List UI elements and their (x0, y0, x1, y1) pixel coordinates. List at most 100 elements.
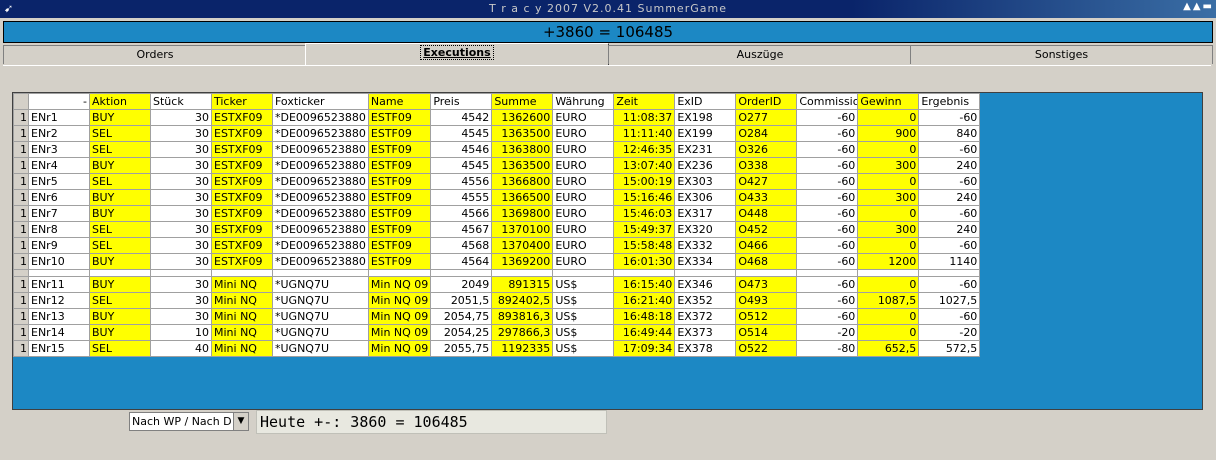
table-cell: *UGNQ7U (272, 308, 369, 325)
column-header[interactable]: Foxticker (272, 93, 369, 110)
column-header[interactable]: Gewinn (857, 93, 920, 110)
column-header[interactable]: Commissions (796, 93, 859, 110)
table-cell: 4545 (430, 157, 493, 174)
table-cell: -60 (918, 173, 981, 190)
column-header[interactable]: Ergebnis (918, 93, 981, 110)
table-cell: 2055,75 (430, 340, 493, 357)
table-cell: 1200 (857, 253, 920, 270)
tab-sonstiges[interactable]: Sonstiges (910, 45, 1213, 64)
table-cell: US$ (552, 340, 615, 357)
table-cell: EURO (552, 221, 615, 238)
table-cell: ESTXF09 (211, 125, 273, 142)
table-cell: 1140 (918, 253, 981, 270)
table-cell: EURO (552, 205, 615, 222)
table-row[interactable]: 1 ENr11 BUY 30 Mini NQ *UGNQ7U Min NQ 09 2049 89… (13, 276, 981, 293)
tab-orders[interactable]: Orders (3, 45, 307, 64)
table-cell: 4545 (430, 125, 493, 142)
table-cell: 0 (857, 205, 920, 222)
table-cell: O468 (735, 253, 798, 270)
column-header[interactable]: OrderID (735, 93, 798, 110)
table-cell: O326 (735, 141, 798, 158)
table-cell: EX231 (674, 141, 737, 158)
table-cell: BUY (89, 109, 151, 126)
table-cell: *DE0096523880 (272, 109, 369, 126)
table-cell: 900 (857, 125, 920, 142)
tab-auszuege[interactable]: Auszüge (608, 45, 912, 64)
table-row[interactable]: 1 ENr1 BUY 30 ESTXF09 *DE0096523880 ESTF09 4542… (13, 109, 981, 126)
column-header[interactable]: Stück (150, 93, 212, 110)
table-cell: SEL (89, 237, 151, 254)
table-cell: EX303 (674, 173, 737, 190)
tab-executions[interactable]: Executions (305, 43, 609, 66)
table-cell: EX352 (674, 292, 737, 309)
table-cell: ESTF09 (367, 141, 432, 158)
table-cell: 4566 (430, 205, 493, 222)
balance-banner: +3860 = 106485 (3, 21, 1213, 43)
table-cell: ESTF09 (367, 109, 432, 126)
table-row[interactable]: 1 ENr5 SEL 30 ESTXF09 *DE0096523880 ESTF09 4556… (13, 173, 981, 190)
table-cell: Min NQ 09 (367, 308, 432, 325)
table-cell: ENr12 (28, 292, 90, 309)
table-row[interactable]: 1 ENr3 SEL 30 ESTXF09 *DE0096523880 ESTF09 4546… (13, 141, 981, 158)
table-cell: 1369200 (491, 253, 554, 270)
table-cell: EX236 (674, 157, 737, 174)
table-cell: 30 (150, 205, 212, 222)
table-cell: 15:49:37 (613, 221, 676, 238)
column-header[interactable]: Zeit (613, 93, 676, 110)
chevron-down-icon[interactable]: ▼ (233, 413, 248, 430)
row-header: 1 (13, 173, 29, 190)
table-cell: 300 (857, 189, 920, 206)
table-row[interactable]: 1 ENr2 SEL 30 ESTXF09 *DE0096523880 ESTF09 4545… (13, 125, 981, 142)
table-row[interactable]: 1 ENr13 BUY 30 Mini NQ *UGNQ7U Min NQ 09 2054,7… (13, 308, 981, 325)
table-row[interactable]: 1 ENr8 SEL 30 ESTXF09 *DE0096523880 ESTF09 4567… (13, 221, 981, 238)
table-row[interactable]: 1 ENr6 BUY 30 ESTXF09 *DE0096523880 ESTF09 4555… (13, 189, 981, 206)
table-row[interactable]: 1 ENr9 SEL 30 ESTXF09 *DE0096523880 ESTF09 4568… (13, 237, 981, 254)
row-header: 1 (13, 253, 29, 270)
table-cell: Mini NQ (211, 324, 273, 341)
column-header[interactable]: Summe (491, 93, 554, 110)
table-cell: 1363500 (491, 125, 554, 142)
minimize-icon[interactable]: ▲ (1183, 1, 1191, 12)
table-cell: 30 (150, 173, 212, 190)
row-header: 1 (13, 141, 29, 158)
table-cell: O473 (735, 276, 798, 293)
close-icon[interactable]: ▬ (1203, 1, 1212, 12)
table-row[interactable]: 1 ENr4 BUY 30 ESTXF09 *DE0096523880 ESTF09 4545… (13, 157, 981, 174)
table-cell: O433 (735, 189, 798, 206)
table-cell: O427 (735, 173, 798, 190)
table-cell: ENr10 (28, 253, 90, 270)
table-cell: US$ (552, 276, 615, 293)
table-row[interactable]: 1 ENr15 SEL 40 Mini NQ *UGNQ7U Min NQ 09 2055,7… (13, 340, 981, 357)
table-cell: 0 (857, 173, 920, 190)
column-header[interactable]: Preis (430, 93, 493, 110)
table-row[interactable]: 1 ENr12 SEL 30 Mini NQ *UGNQ7U Min NQ 09 2051,5… (13, 292, 981, 309)
table-cell: 240 (918, 157, 981, 174)
column-header[interactable]: Ticker (211, 93, 273, 110)
table-cell: -60 (796, 205, 859, 222)
table-cell: ESTF09 (367, 253, 432, 270)
table-cell: 11:08:37 (613, 109, 676, 126)
table-header-row: - Aktion Stück Ticker Foxticker Name Preis Summ… (13, 93, 981, 110)
table-cell: 0 (857, 324, 920, 341)
column-header[interactable]: Währung (552, 93, 615, 110)
table-cell: US$ (552, 308, 615, 325)
table-row[interactable]: 1 ENr10 BUY 30 ESTXF09 *DE0096523880 ESTF09 456… (13, 253, 981, 270)
table-cell: BUY (89, 253, 151, 270)
column-header[interactable]: Name (367, 93, 432, 110)
table-cell: 4564 (430, 253, 493, 270)
table-row[interactable]: 1 ENr14 BUY 10 Mini NQ *UGNQ7U Min NQ 09 2054,2… (13, 324, 981, 341)
sort-select[interactable]: Nach WP / Nach Da ▼ (129, 412, 249, 431)
table-cell: 892402,5 (491, 292, 554, 309)
table-cell: 300 (857, 157, 920, 174)
table-cell: EX198 (674, 109, 737, 126)
column-header[interactable]: - (28, 93, 90, 110)
table-row[interactable]: 1 ENr7 BUY 30 ESTXF09 *DE0096523880 ESTF09 4566… (13, 205, 981, 222)
maximize-icon[interactable]: ▲ (1193, 1, 1201, 12)
column-header[interactable]: ExID (674, 93, 737, 110)
table-cell: *DE0096523880 (272, 237, 369, 254)
row-header: 1 (13, 237, 29, 254)
table-cell: -60 (796, 125, 859, 142)
table-cell: 4567 (430, 221, 493, 238)
column-header[interactable]: Aktion (89, 93, 151, 110)
table-cell: ESTXF09 (211, 189, 273, 206)
